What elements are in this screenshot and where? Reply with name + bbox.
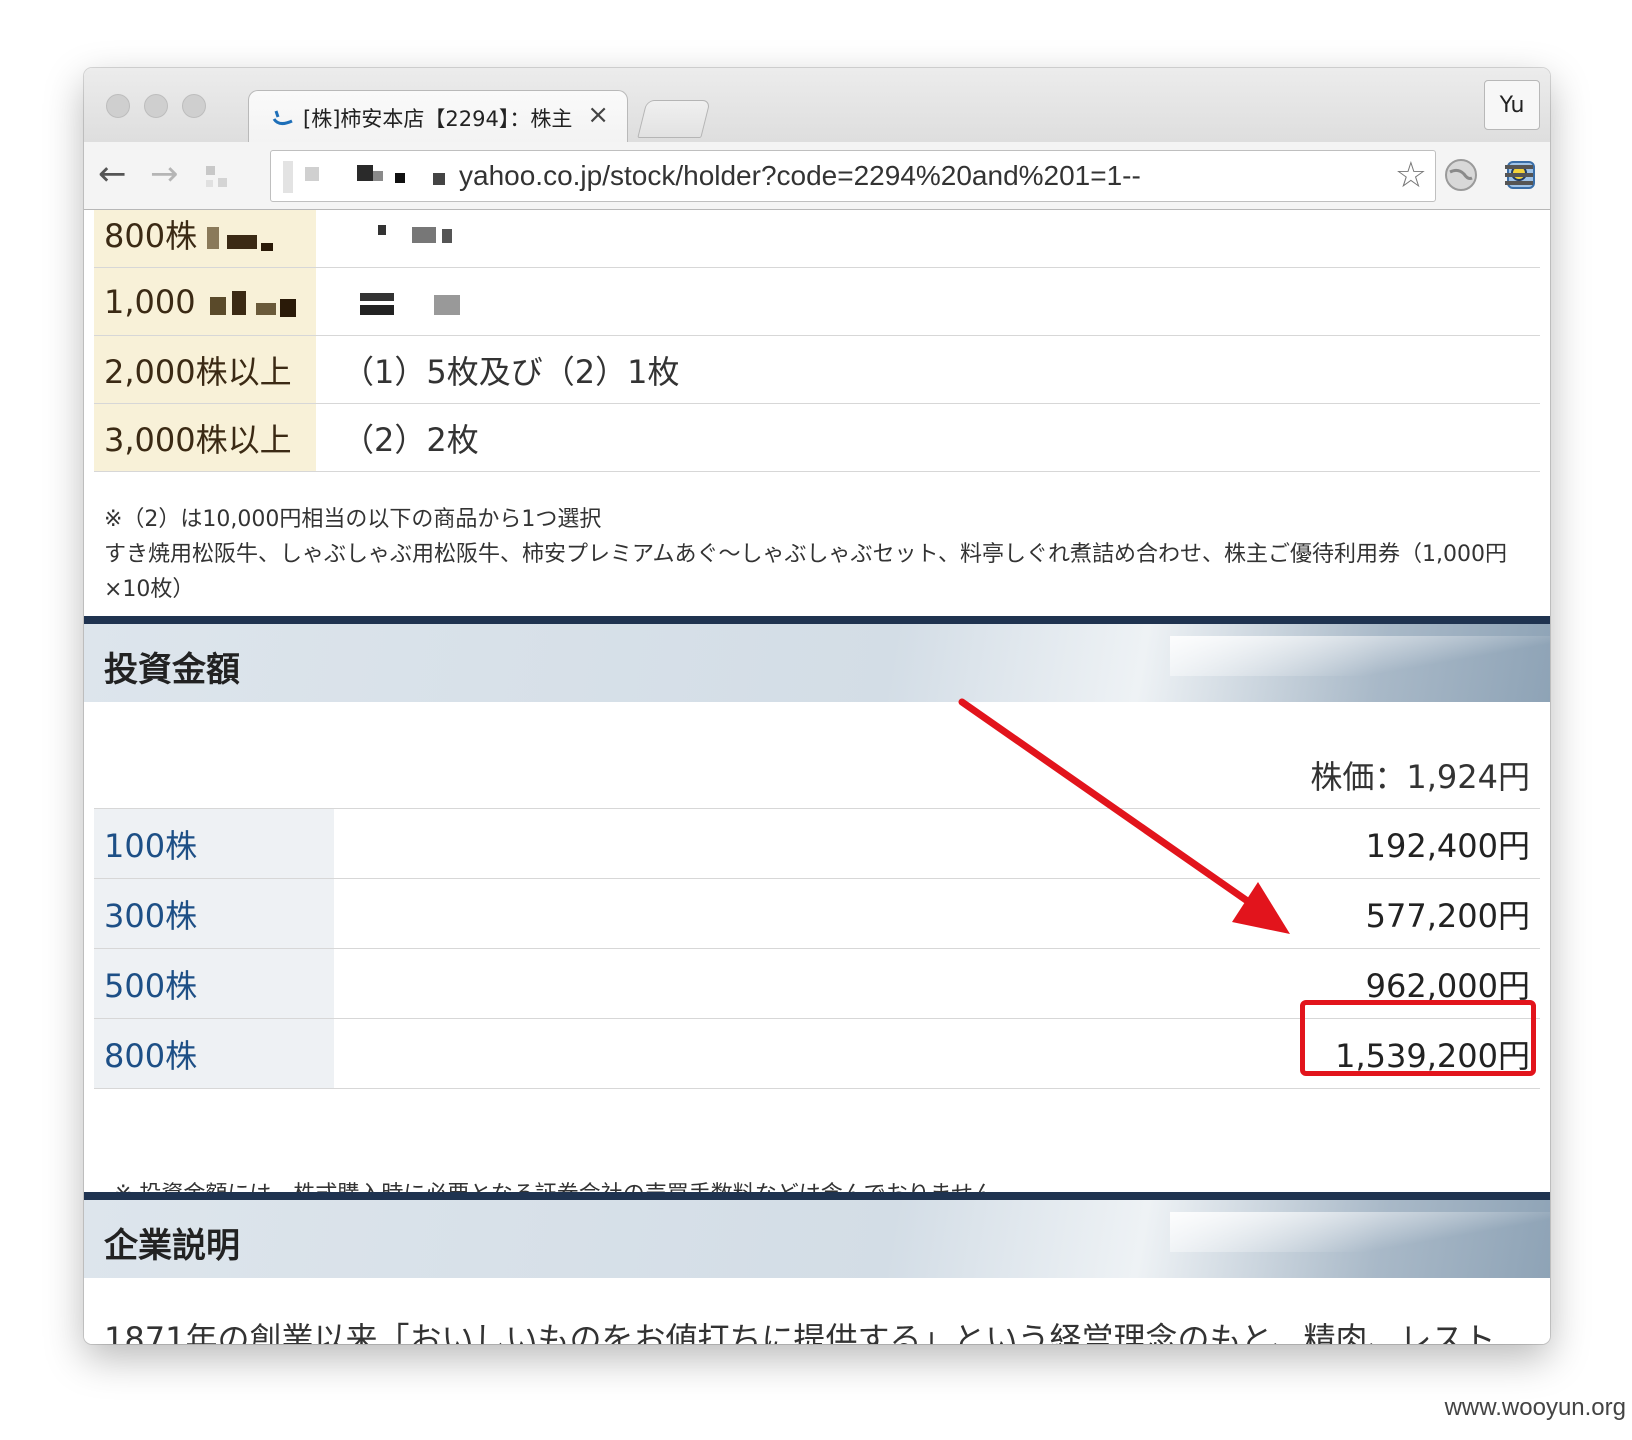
table-row: 2,000株以上 （1）5枚及び（2）1枚 [94,335,1540,404]
watermark: www.wooyun.org [1444,1394,1626,1421]
yutai-label: 2,000株以上 [94,335,316,404]
yutai-label: 1,000 [104,282,196,321]
gift-note-line2: すき焼用松阪牛、しゃぶしゃぶ用松阪牛、柿安プレミアムあぐ〜しゃぶしゃぶセット、料… [104,542,1508,602]
shares-cell: 500株 [94,948,334,1019]
investment-heading: 投資金額 [104,650,240,690]
amount-cell: 192,400円 [334,808,1540,879]
redacted-block [209,290,296,317]
minimize-window-button[interactable] [144,94,168,118]
new-tab-button[interactable] [637,100,711,138]
shares-cell: 800株 [94,1018,334,1089]
redacted-block [207,226,274,251]
forward-arrow-icon[interactable]: → [150,154,179,194]
amount-cell: 577,200円 [334,878,1540,949]
yutai-value: （2）2枚 [316,403,1540,472]
reload-icon[interactable] [202,162,232,192]
company-description: 1871年の創業以来「おいしいものをお値打ちに提供する」という経営理念のもと、精… [104,1320,1496,1344]
gift-note-line1: ※（2）は10,000円相当の以下の商品から1つ選択 [104,507,602,532]
band-sheen [1170,1212,1550,1252]
company-heading: 企業説明 [104,1226,240,1266]
bookmark-star-icon[interactable]: ☆ [1395,155,1427,196]
address-bar[interactable]: yahoo.co.jp/stock/holder?code=2294%20and… [270,150,1436,202]
table-row: 3,000株以上 （2）2枚 [94,403,1540,472]
tab-close-icon[interactable]: × [587,100,609,130]
highlight-box-annotation [1300,1000,1536,1076]
yutai-value: （1）5枚及び（2）1枚 [316,335,1540,404]
redacted-block [378,224,452,243]
url-text: yahoo.co.jp/stock/holder?code=2294%20and… [459,160,1141,191]
shares-cell: 100株 [94,808,334,879]
menu-icon[interactable] [1502,158,1536,192]
band-sheen [1170,636,1550,676]
yutai-table: 800株 1,000 2,000株以上 （1）5枚及び（2）1枚 3,000株以… [94,210,1540,472]
table-row: 1,000 [94,267,1540,336]
table-row: 800株 [94,210,1540,268]
redacted-block [360,292,460,315]
gift-note: ※（2）は10,000円相当の以下の商品から1つ選択 すき焼用松阪牛、しゃぶしゃ… [104,502,1534,607]
tab-active[interactable]: [株]柿安本店【2294】：株主 × [248,90,628,142]
page-content: 800株 1,000 2,000株以上 （1）5枚及び（2）1枚 3,000株以… [84,210,1550,1344]
yahoo-finance-favicon-icon [272,110,293,126]
zoom-window-button[interactable] [182,94,206,118]
redacted-url-prefix [283,161,445,193]
close-window-button[interactable] [106,94,130,118]
profile-button[interactable]: Yu [1484,80,1540,130]
yutai-label: 3,000株以上 [94,403,316,472]
company-section-header: 企業説明 [84,1192,1550,1278]
investment-section-header: 投資金額 [84,616,1550,702]
yutai-label: 800株 [104,216,198,255]
globe-icon[interactable] [1444,158,1478,192]
stock-price: 株価：1,924円 [1310,758,1530,796]
back-arrow-icon[interactable]: ← [98,154,127,194]
browser-toolbar: ← → yahoo.co.jp/stock/holder?code=2294%2… [84,142,1550,210]
shares-cell: 300株 [94,878,334,949]
table-row: 100株 192,400円 [94,808,1540,879]
tab-strip: [株]柿安本店【2294】：株主 × Yu [84,68,1550,142]
table-row: 300株 577,200円 [94,878,1540,949]
tab-title: [株]柿安本店【2294】：株主 [303,107,573,131]
browser-window: [株]柿安本店【2294】：株主 × Yu ← → yahoo.co.jp/st… [84,68,1550,1344]
